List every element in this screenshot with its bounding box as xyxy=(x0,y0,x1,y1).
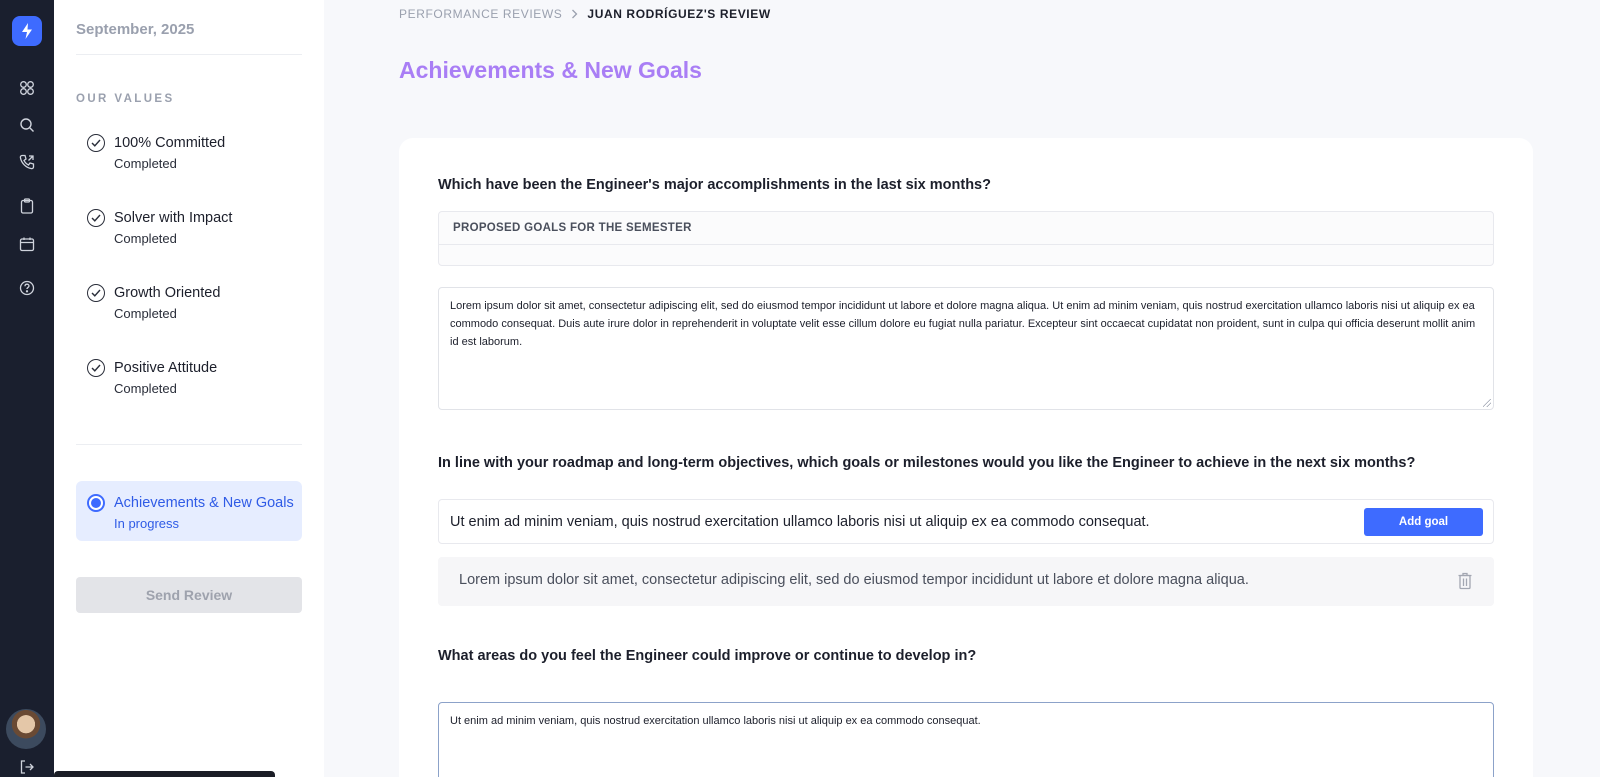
trash-icon[interactable] xyxy=(1456,571,1474,591)
step-status: Completed xyxy=(114,381,177,396)
step-achievements-new-goals[interactable]: Achievements & New Goals In progress xyxy=(76,481,302,541)
search-icon[interactable] xyxy=(17,115,37,135)
help-icon[interactable] xyxy=(17,278,37,298)
step-title: Achievements & New Goals xyxy=(114,495,294,511)
phone-icon[interactable] xyxy=(17,152,37,172)
avatar[interactable] xyxy=(6,709,46,749)
check-circle-icon xyxy=(87,134,105,152)
values-heading: OUR VALUES xyxy=(76,93,175,105)
question-improvement: What areas do you feel the Engineer coul… xyxy=(438,648,977,664)
send-review-button[interactable]: Send Review xyxy=(76,577,302,613)
logo-bolt-icon[interactable] xyxy=(12,16,42,46)
step-status: Completed xyxy=(114,156,177,171)
check-circle-icon xyxy=(87,209,105,227)
bottom-bar xyxy=(54,771,275,777)
resize-handle-icon[interactable] xyxy=(1483,399,1491,407)
main-content: PERFORMANCE REVIEWS JUAN RODRÍGUEZ'S REV… xyxy=(324,0,1600,777)
chevron-right-icon xyxy=(571,9,578,19)
divider xyxy=(76,54,302,55)
breadcrumb-current: JUAN RODRÍGUEZ'S REVIEW xyxy=(587,7,771,21)
goal-input[interactable] xyxy=(450,500,1340,543)
step-growth-oriented[interactable]: Growth Oriented Completed xyxy=(76,281,302,341)
step-status: Completed xyxy=(114,306,177,321)
question-accomplishments: Which have been the Engineer's major acc… xyxy=(438,177,991,193)
radio-selected-icon xyxy=(87,494,105,512)
step-title: Solver with Impact xyxy=(114,210,233,226)
table-header: PROPOSED GOALS FOR THE SEMESTER xyxy=(439,212,1493,245)
grid-icon[interactable] xyxy=(17,78,37,98)
step-title: 100% Committed xyxy=(114,135,226,151)
check-circle-icon xyxy=(87,284,105,302)
step-positive-attitude[interactable]: Positive Attitude Completed xyxy=(76,356,302,416)
logout-icon[interactable] xyxy=(17,757,37,777)
accomplishments-textarea[interactable]: Lorem ipsum dolor sit amet, consectetur … xyxy=(438,287,1494,410)
review-steps-sidebar: September, 2025 OUR VALUES 100% Committe… xyxy=(54,0,324,777)
page-title: Achievements & New Goals xyxy=(399,57,702,83)
calendar-icon[interactable] xyxy=(17,234,37,254)
review-form-card: Which have been the Engineer's major acc… xyxy=(399,138,1533,777)
step-title: Positive Attitude xyxy=(114,360,218,376)
step-status: Completed xyxy=(114,231,177,246)
step-100-committed[interactable]: 100% Committed Completed xyxy=(76,131,302,191)
review-period-date: September, 2025 xyxy=(76,21,195,38)
goal-input-row: Add goal xyxy=(438,499,1494,544)
breadcrumb: PERFORMANCE REVIEWS JUAN RODRÍGUEZ'S REV… xyxy=(399,7,771,21)
step-solver-with-impact[interactable]: Solver with Impact Completed xyxy=(76,206,302,266)
goal-text: Lorem ipsum dolor sit amet, consectetur … xyxy=(459,572,1249,588)
textarea-text: Ut enim ad minim veniam, quis nostrud ex… xyxy=(450,715,981,727)
step-status: In progress xyxy=(114,516,180,531)
check-circle-icon xyxy=(87,359,105,377)
proposed-goals-table: PROPOSED GOALS FOR THE SEMESTER xyxy=(438,211,1494,266)
improvement-textarea[interactable]: Ut enim ad minim veniam, quis nostrud ex… xyxy=(438,702,1494,777)
icon-rail xyxy=(0,0,54,777)
question-goals: In line with your roadmap and long-term … xyxy=(438,455,1416,471)
textarea-text: Lorem ipsum dolor sit amet, consectetur … xyxy=(450,300,1476,348)
breadcrumb-performance-reviews[interactable]: PERFORMANCE REVIEWS xyxy=(399,7,562,21)
divider xyxy=(76,444,302,445)
clipboard-icon[interactable] xyxy=(17,196,37,216)
step-title: Growth Oriented xyxy=(114,285,221,301)
add-goal-button[interactable]: Add goal xyxy=(1364,508,1483,536)
goal-list-item: Lorem ipsum dolor sit amet, consectetur … xyxy=(438,557,1494,606)
